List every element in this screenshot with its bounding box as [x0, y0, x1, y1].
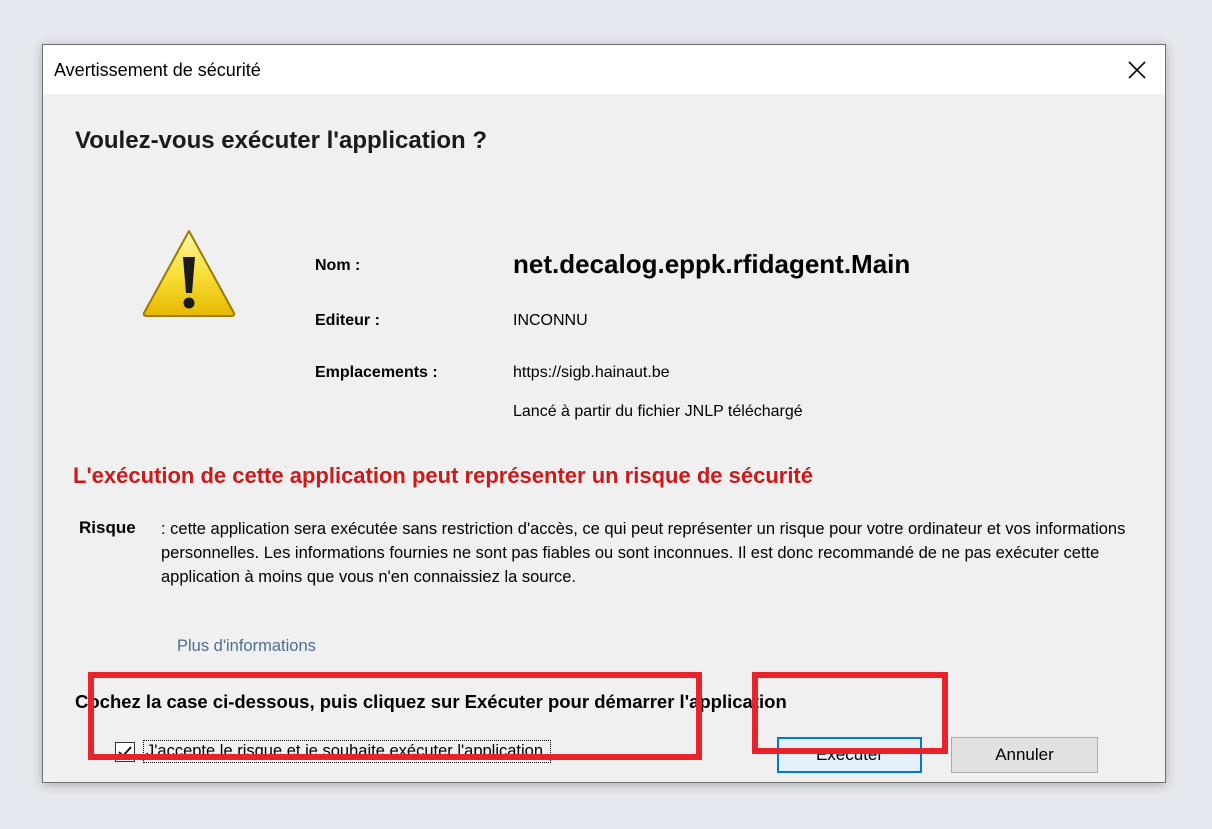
warning-triangle-icon [142, 230, 236, 317]
risk-label: Risque [79, 518, 136, 537]
dialog-content: Voulez-vous exécuter l'application ? Nom… [43, 94, 1165, 782]
app-name-value: net.decalog.eppk.rfidagent.Main [513, 249, 911, 279]
instruction-text: Cochez la case ci-dessous, puis cliquez … [75, 691, 787, 712]
risk-heading: L'exécution de cette application peut re… [73, 463, 813, 488]
publisher-value: INCONNU [513, 312, 588, 329]
locations-label: Emplacements : [315, 364, 438, 381]
security-warning-dialog: Avertissement de sécurité Voulez-vous ex… [42, 44, 1166, 783]
close-icon [1128, 60, 1146, 79]
accept-risk-checkbox[interactable] [115, 741, 135, 762]
checkmark-icon [118, 745, 132, 757]
name-label: Nom : [315, 257, 361, 274]
close-button[interactable] [1109, 45, 1165, 94]
publisher-label: Editeur : [315, 312, 380, 329]
accept-risk-checkbox-row[interactable]: J'accepte le risque et je souhaite exécu… [115, 740, 551, 763]
dialog-question: Voulez-vous exécuter l'application ? [75, 127, 488, 154]
run-button[interactable]: Exécuter [777, 737, 922, 773]
cancel-button[interactable]: Annuler [951, 737, 1098, 773]
dialog-title: Avertissement de sécurité [54, 60, 261, 80]
more-info-link[interactable]: Plus d'informations [177, 637, 316, 656]
risk-description: : cette application sera exécutée sans r… [161, 520, 1126, 586]
title-bar: Avertissement de sécurité [43, 45, 1165, 94]
location-note: Lancé à partir du fichier JNLP télécharg… [513, 403, 803, 420]
accept-risk-label[interactable]: J'accepte le risque et je souhaite exécu… [143, 740, 551, 763]
location-url: https://sigb.hainaut.be [513, 364, 670, 381]
